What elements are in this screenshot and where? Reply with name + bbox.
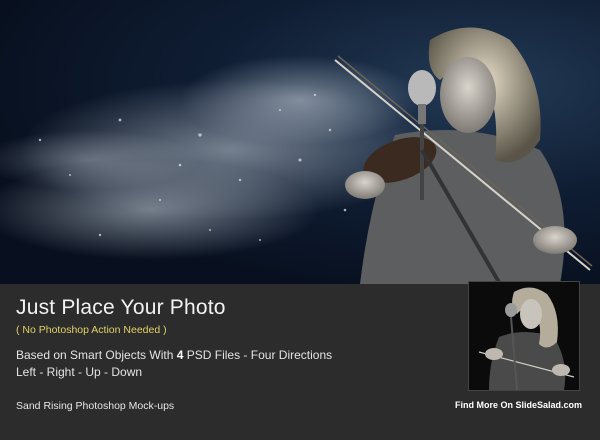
feature-line-suffix: PSD Files - Four Directions: [183, 348, 333, 362]
feature-line-prefix: Based on Smart Objects With: [16, 348, 177, 362]
product-name: Sand Rising Photoshop Mock-ups: [16, 400, 175, 412]
thumbnail-photo: [468, 281, 580, 391]
violinist-sand-dispersion-photo: [0, 27, 593, 284]
page-title: Just Place Your Photo: [16, 296, 226, 319]
feature-line-smart-objects: Based on Smart Objects With 4 PSD Files …: [16, 348, 332, 362]
hero-image: [0, 0, 600, 284]
feature-line-directions: Left - Right - Up - Down: [16, 365, 143, 379]
site-link[interactable]: Find More On SlideSalad.com: [455, 400, 582, 410]
subtitle-note: ( No Photoshop Action Needed ): [16, 324, 167, 336]
violinist-thumbnail: [469, 282, 579, 390]
